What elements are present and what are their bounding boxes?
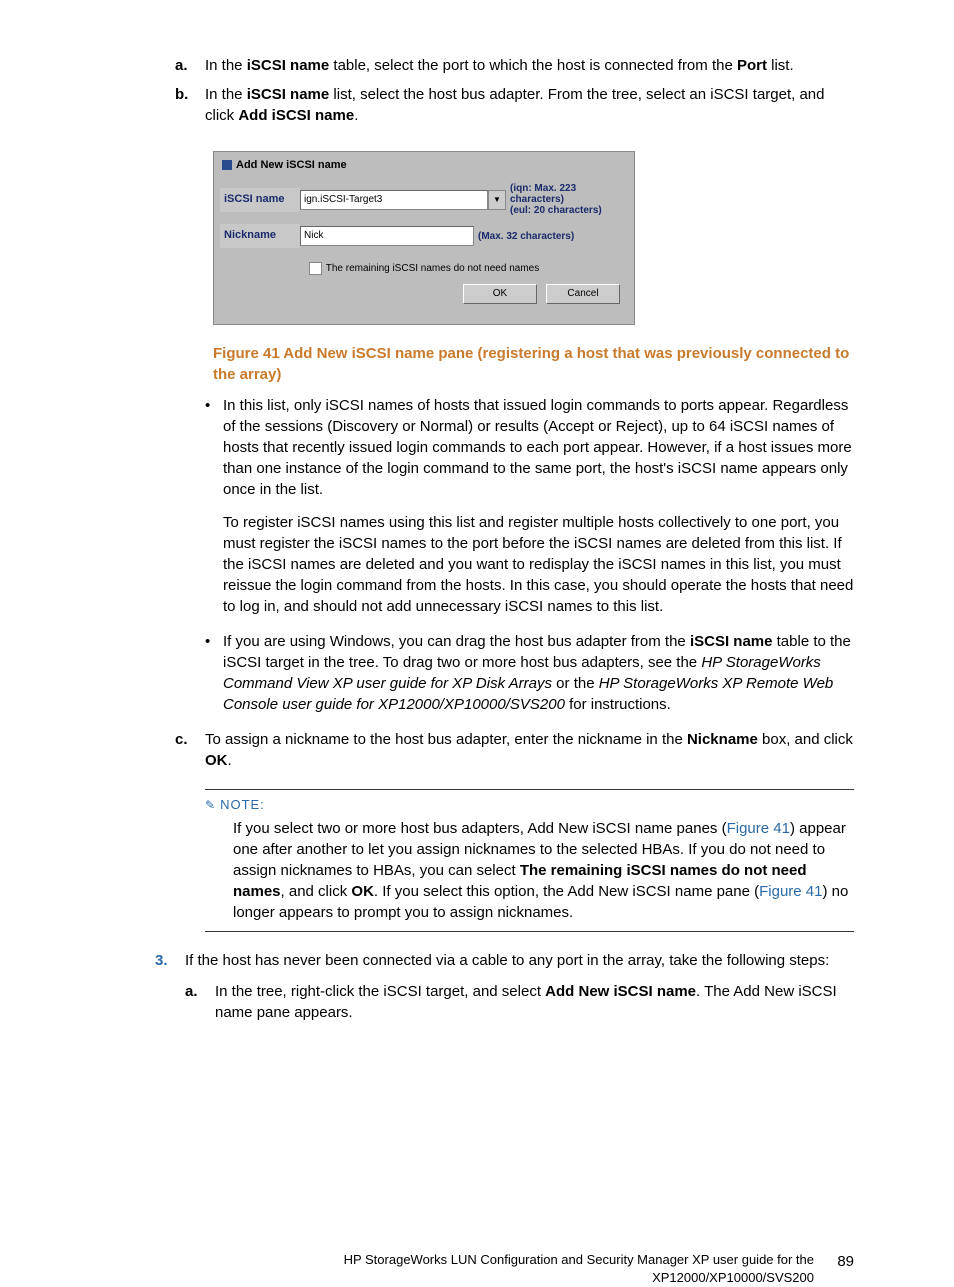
page-number: 89 [837,1251,854,1272]
marker-c: c. [175,729,205,771]
checkbox-label: The remaining iSCSI names do not need na… [326,263,539,274]
cancel-button[interactable]: Cancel [546,284,620,304]
marker-3a: a. [185,981,215,1023]
footer: HP StorageWorks LUN Configuration and Se… [0,1251,954,1287]
step-3: 3. If the host has never been connected … [155,950,854,1031]
bullet-icon: • [205,631,223,715]
hr-bottom [205,931,854,932]
step-3a-body: In the tree, right-click the iSCSI targe… [215,981,854,1023]
step-3-text: If the host has never been connected via… [185,950,854,971]
iscsi-name-input[interactable]: ign.iSCSI-Target3 [300,190,488,210]
footer-line2: XP12000/XP10000/SVS200 [652,1270,814,1285]
marker-a: a. [175,55,205,76]
checkbox-row: The remaining iSCSI names do not need na… [214,252,634,280]
figure-link[interactable]: Figure 41 [759,883,822,900]
bullet-1-p1: In this list, only iSCSI names of hosts … [223,395,854,500]
note-body: If you select two or more host bus adapt… [233,818,854,923]
marker-b: b. [175,84,205,126]
step-3a: a. In the tree, right-click the iSCSI ta… [185,981,854,1023]
nickname-hint: (Max. 32 characters) [474,231,574,242]
step-b-body: In the iSCSI name list, select the host … [205,84,854,126]
note-label: ✎NOTE: [205,796,854,814]
iscsi-name-label: iSCSI name [220,188,300,211]
step-a-body: In the iSCSI name table, select the port… [205,55,854,76]
title-box-icon [222,160,232,170]
dialog-screenshot: Add New iSCSI name iSCSI name ign.iSCSI-… [213,151,635,325]
note-block: ✎NOTE: If you select two or more host bu… [205,789,854,932]
button-row: OK Cancel [214,280,634,324]
hr-top [205,789,854,790]
step-c-body: To assign a nickname to the host bus ada… [205,729,854,771]
step-a: a. In the iSCSI name table, select the p… [175,55,854,76]
bullet-2-body: If you are using Windows, you can drag t… [223,631,854,715]
bullet-1: • In this list, only iSCSI names of host… [205,395,854,617]
note-icon: ✎ [205,797,216,814]
iscsi-name-dropdown[interactable]: ▼ [488,190,506,210]
bullet-1-p2: To register iSCSI names using this list … [223,512,854,617]
figure-caption: Figure 41 Add New iSCSI name pane (regis… [213,343,854,385]
iscsi-name-hint: (iqn: Max. 223 characters)(eul: 20 chara… [506,183,628,216]
dialog-title: Add New iSCSI name [214,152,634,179]
ok-button[interactable]: OK [463,284,537,304]
remaining-checkbox[interactable] [309,262,322,275]
figure-link[interactable]: Figure 41 [727,820,790,837]
bullet-2: • If you are using Windows, you can drag… [205,631,854,715]
iscsi-name-row: iSCSI name ign.iSCSI-Target3 ▼ (iqn: Max… [214,179,634,220]
nickname-input[interactable]: Nick [300,226,474,246]
step-b: b. In the iSCSI name list, select the ho… [175,84,854,126]
marker-3: 3. [155,950,185,1031]
nickname-label: Nickname [220,224,300,247]
footer-line1: HP StorageWorks LUN Configuration and Se… [344,1252,814,1267]
nickname-row: Nickname Nick (Max. 32 characters) [214,220,634,251]
bullet-icon: • [205,395,223,617]
step-c: c. To assign a nickname to the host bus … [175,729,854,771]
